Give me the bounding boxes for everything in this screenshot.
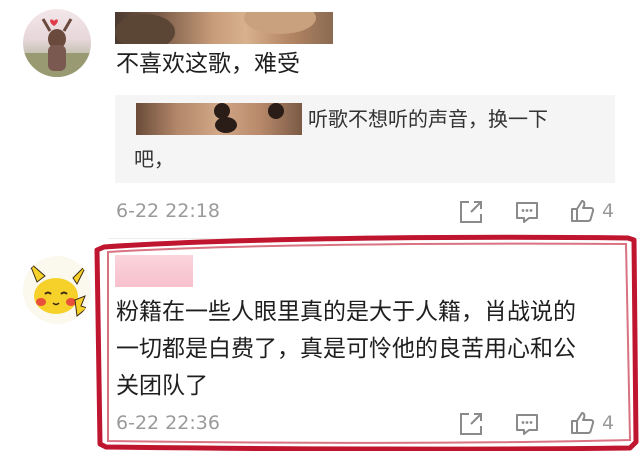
like-count: 4 [602,412,615,434]
comment-icon[interactable] [514,411,540,437]
comment-text-line: 粉籍在一些人眼里真的是大于人籍，肖战说的 [116,299,576,325]
thumbs-up-icon[interactable] [569,410,595,436]
user-avatar[interactable] [23,256,91,324]
like-count: 4 [602,200,615,222]
comment-text-line: 关团队了 [116,373,208,399]
comment-icon[interactable] [514,199,540,225]
comment-text: 不喜欢这歌，难受 [116,51,300,77]
highlight-annotation [94,234,639,451]
user-avatar[interactable] [23,9,91,77]
share-icon[interactable] [458,411,484,437]
avatar-pikachu-image [25,261,89,317]
share-icon[interactable] [458,199,484,225]
comment-text-line: 一切都是白费了，真是可怜他的良苦用心和公 [116,336,576,362]
comment-timestamp: 6-22 22:18 [116,200,220,222]
reply-quote-line: 听歌不想听的声音，换一下 [308,107,548,131]
censored-username [115,255,193,287]
thumbs-up-icon[interactable] [569,198,595,224]
avatar-girl-image [23,18,91,77]
reply-quote-line: 吧， [134,147,174,171]
comment-divider [108,238,640,239]
comment-timestamp: 6-22 22:36 [116,412,220,434]
censored-quoted-username [136,103,302,135]
censored-username [115,12,333,44]
